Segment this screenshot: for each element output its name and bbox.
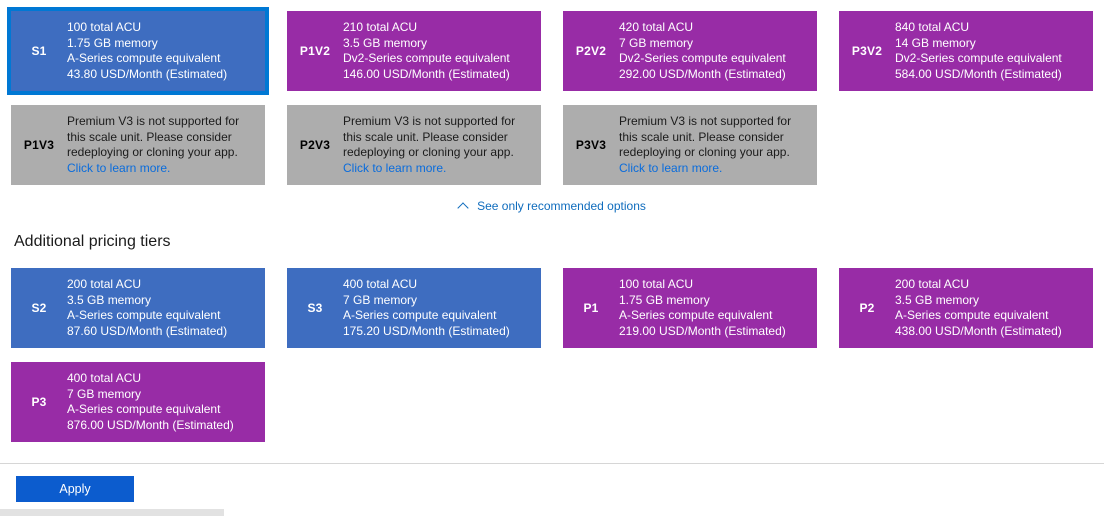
chevron-up-icon	[458, 202, 470, 210]
tier-price-line: 87.60 USD/Month (Estimated)	[67, 323, 228, 338]
tier-code-label: P2V2	[575, 44, 607, 58]
tier-price-line: 438.00 USD/Month (Estimated)	[895, 323, 1062, 338]
tier-unsupported-details: Premium V3 is not supported for this sca…	[619, 105, 817, 185]
tier-card-s1[interactable]: S1 100 total ACU 1.75 GB memory A-Series co…	[7, 7, 269, 95]
tier-compute-line: Dv2-Series compute equivalent	[619, 51, 786, 65]
tier-memory-line: 3.5 GB memory	[895, 292, 980, 307]
tier-code-label: P1V2	[299, 44, 331, 58]
tier-price-line: 43.80 USD/Month (Estimated)	[67, 66, 228, 81]
tier-card-p2[interactable]: P2 200 total ACU 3.5 GB memory A-Series com…	[836, 265, 1096, 351]
learn-more-link[interactable]: Click to learn more.	[619, 161, 722, 175]
toggle-row: See only recommended options	[0, 197, 1104, 215]
tier-acu-line: 200 total ACU	[895, 277, 970, 291]
tier-compute-line: Dv2-Series compute equivalent	[895, 51, 1062, 65]
tier-price-line: 146.00 USD/Month (Estimated)	[343, 66, 510, 81]
tier-details: 100 total ACU 1.75 GB memory A-Series comp…	[619, 268, 796, 348]
recommended-tiers-grid: S1 100 total ACU 1.75 GB memory A-Series co…	[0, 0, 1104, 95]
tier-compute-line: A-Series compute equivalent	[67, 402, 221, 416]
tier-memory-line: 7 GB memory	[67, 386, 142, 401]
tier-acu-line: 200 total ACU	[67, 277, 142, 291]
tier-acu-line: 400 total ACU	[67, 371, 142, 385]
tier-card-p3[interactable]: P3 400 total ACU 7 GB memory A-Series compu…	[8, 359, 268, 445]
tier-price-line: 219.00 USD/Month (Estimated)	[619, 323, 786, 338]
tier-memory-line: 3.5 GB memory	[67, 292, 152, 307]
tier-card-p2v3: P2V3 Premium V3 is not supported for this…	[284, 102, 544, 188]
tier-card-p1v3: P1V3 Premium V3 is not supported for this…	[8, 102, 268, 188]
tier-price-line: 175.20 USD/Month (Estimated)	[343, 323, 510, 338]
tier-memory-line: 14 GB memory	[895, 35, 976, 50]
see-only-recommended-options-link[interactable]: See only recommended options	[458, 199, 646, 213]
tier-compute-line: A-Series compute equivalent	[619, 308, 773, 322]
tier-acu-line: 210 total ACU	[343, 20, 418, 34]
tier-card-s3[interactable]: S3 400 total ACU 7 GB memory A-Series compu…	[284, 265, 544, 351]
tier-card-s2[interactable]: S2 200 total ACU 3.5 GB memory A-Series com…	[8, 265, 268, 351]
toggle-link-label: See only recommended options	[477, 199, 646, 213]
tier-details: 840 total ACU 14 GB memory Dv2-Series comp…	[895, 11, 1072, 91]
tier-compute-line: A-Series compute equivalent	[343, 308, 497, 322]
tier-code-label: S1	[31, 44, 47, 58]
tier-details: 420 total ACU 7 GB memory Dv2-Series compu…	[619, 11, 796, 91]
tier-details: 200 total ACU 3.5 GB memory A-Series compu…	[895, 268, 1072, 348]
tier-card-p1v2[interactable]: P1V2 210 total ACU 3.5 GB memory Dv2-Series…	[284, 8, 544, 94]
tier-code-label: P3V3	[575, 138, 607, 152]
tier-code-label: P1	[583, 301, 599, 315]
tier-details: 400 total ACU 7 GB memory A-Series compute…	[343, 268, 520, 348]
tier-code-label: P3	[31, 395, 47, 409]
tier-unsupported-message: Premium V3 is not supported for this sca…	[619, 114, 792, 159]
tier-card-p2v2[interactable]: P2V2 420 total ACU 7 GB memory Dv2-Series c…	[560, 8, 820, 94]
tier-details: 100 total ACU 1.75 GB memory A-Series comp…	[67, 11, 237, 91]
learn-more-link[interactable]: Click to learn more.	[67, 161, 170, 175]
tier-memory-line: 7 GB memory	[343, 292, 418, 307]
tier-unsupported-details: Premium V3 is not supported for this sca…	[343, 105, 541, 185]
tier-acu-line: 400 total ACU	[343, 277, 418, 291]
tier-compute-line: Dv2-Series compute equivalent	[343, 51, 510, 65]
pricing-tier-picker: S1 100 total ACU 1.75 GB memory A-Series co…	[0, 0, 1104, 516]
tier-card-p3v3: P3V3 Premium V3 is not supported for this…	[560, 102, 820, 188]
tier-memory-line: 1.75 GB memory	[619, 292, 710, 307]
tier-unsupported-message: Premium V3 is not supported for this sca…	[343, 114, 516, 159]
tier-details: 400 total ACU 7 GB memory A-Series compute…	[67, 362, 244, 442]
tier-unsupported-message: Premium V3 is not supported for this sca…	[67, 114, 240, 159]
apply-button[interactable]: Apply	[16, 476, 134, 502]
tier-card-p3v2[interactable]: P3V2 840 total ACU 14 GB memory Dv2-Series …	[836, 8, 1096, 94]
tier-price-line: 584.00 USD/Month (Estimated)	[895, 66, 1062, 81]
tier-acu-line: 840 total ACU	[895, 20, 970, 34]
tier-details: 210 total ACU 3.5 GB memory Dv2-Series com…	[343, 11, 520, 91]
tier-acu-line: 100 total ACU	[619, 277, 694, 291]
tier-details: 200 total ACU 3.5 GB memory A-Series compu…	[67, 268, 237, 348]
tier-code-label: P2V3	[299, 138, 331, 152]
unsupported-tiers-grid: P1V3 Premium V3 is not supported for this…	[0, 94, 1104, 188]
tier-unsupported-details: Premium V3 is not supported for this sca…	[67, 105, 265, 185]
footer: Apply	[0, 463, 1104, 502]
additional-pricing-tiers-heading: Additional pricing tiers	[14, 233, 171, 250]
tier-code-label: S2	[31, 301, 47, 315]
tier-compute-line: A-Series compute equivalent	[67, 51, 221, 65]
tier-memory-line: 7 GB memory	[619, 35, 694, 50]
tier-acu-line: 100 total ACU	[67, 20, 142, 34]
tier-memory-line: 1.75 GB memory	[67, 35, 158, 50]
tier-price-line: 876.00 USD/Month (Estimated)	[67, 417, 234, 432]
tier-compute-line: A-Series compute equivalent	[895, 308, 1049, 322]
learn-more-link[interactable]: Click to learn more.	[343, 161, 446, 175]
tier-card-p1[interactable]: P1 100 total ACU 1.75 GB memory A-Series co…	[560, 265, 820, 351]
tier-memory-line: 3.5 GB memory	[343, 35, 428, 50]
tier-code-label: P3V2	[851, 44, 883, 58]
bottom-status-bar	[0, 508, 224, 516]
tier-acu-line: 420 total ACU	[619, 20, 694, 34]
tier-code-label: S3	[307, 301, 323, 315]
tier-code-label: P1V3	[23, 138, 55, 152]
tier-price-line: 292.00 USD/Month (Estimated)	[619, 66, 786, 81]
tier-compute-line: A-Series compute equivalent	[67, 308, 221, 322]
tier-code-label: P2	[859, 301, 875, 315]
additional-tiers-grid: S2 200 total ACU 3.5 GB memory A-Series com…	[0, 257, 1104, 445]
